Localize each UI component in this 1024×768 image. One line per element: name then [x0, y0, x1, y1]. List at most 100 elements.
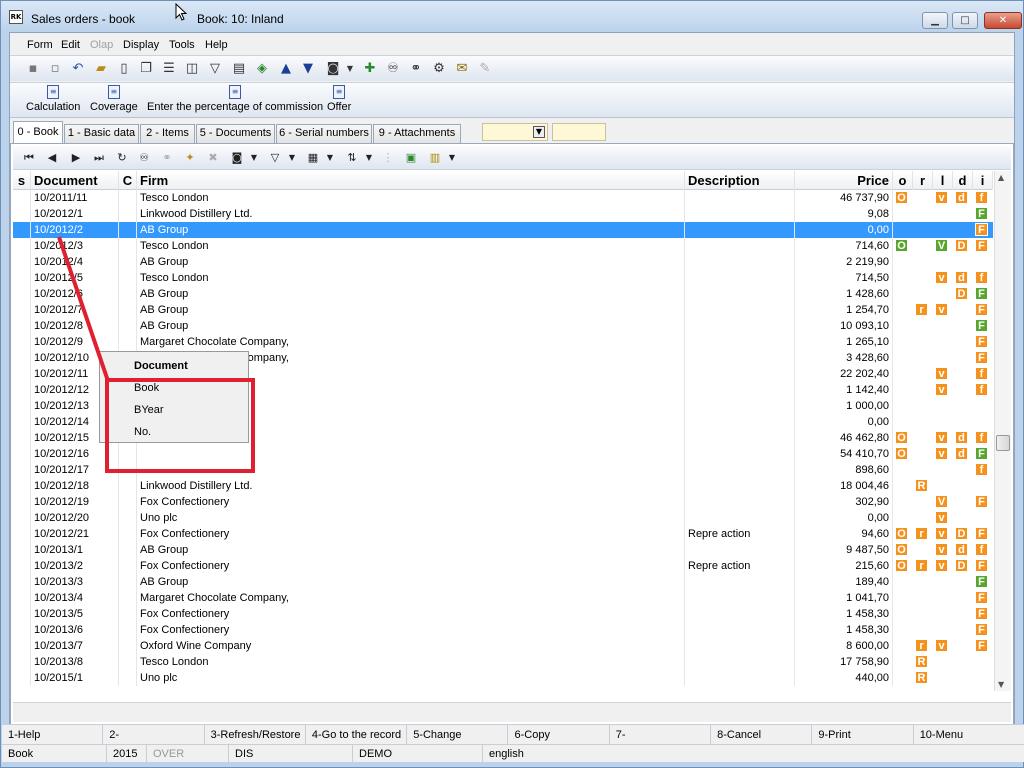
table-row[interactable]: 10/2012/7 AB Group 1 254,70 r v F — [13, 302, 993, 318]
filter-field[interactable] — [552, 123, 606, 141]
previous-record-icon[interactable]: ◀ — [44, 150, 60, 166]
column-header-c[interactable]: C — [119, 171, 137, 190]
column-header-firm[interactable]: Firm — [137, 171, 685, 190]
camera-dropdown-icon[interactable]: ▼ — [246, 150, 262, 166]
column-header-document[interactable]: Document — [31, 171, 119, 190]
filter-document-icon[interactable]: ▤ — [231, 61, 247, 77]
scroll-down-icon[interactable]: ▼ — [998, 680, 1004, 689]
table-row[interactable]: 10/2011/11 Tesco London 46 737,90 Ov d f — [13, 190, 993, 206]
stack-icon[interactable]: ◈ — [254, 61, 270, 77]
menu-olap[interactable]: Olap — [90, 39, 113, 51]
copy-document-icon[interactable]: ❐ — [138, 61, 154, 77]
column-header-l[interactable]: l — [933, 171, 953, 190]
document-list-icon[interactable]: ☰ — [161, 61, 177, 77]
table-row[interactable]: 10/2013/6 Fox Confectionery 1 458,30 F — [13, 622, 993, 638]
chevron-down-icon[interactable]: ▼ — [533, 126, 545, 138]
table-row[interactable]: 10/2012/6 AB Group 1 428,60 D F — [13, 286, 993, 302]
table-row[interactable]: 10/2012/8 AB Group 10 093,10 F — [13, 318, 993, 334]
import-icon[interactable]: ✚ — [362, 61, 378, 77]
calculation-button[interactable]: ≡ Calculation — [26, 85, 80, 113]
table-row[interactable]: 10/2013/7 Oxford Wine Company 8 600,00 r v F — [13, 638, 993, 654]
calculator-icon[interactable]: ▥ — [427, 150, 443, 166]
arrow-down-icon[interactable]: ▼ — [300, 61, 316, 77]
sort-dropdown-icon[interactable]: ▼ — [361, 150, 377, 166]
table-row[interactable]: 10/2012/18 Linkwood Distillery Ltd. 18 004… — [13, 478, 993, 494]
fkey-2-button[interactable]: 2- — [103, 725, 205, 745]
undo-icon[interactable]: ↶ — [70, 61, 86, 77]
fkey-4-button[interactable]: 4-Go to the record — [306, 725, 408, 745]
menu-help[interactable]: Help — [205, 39, 228, 51]
fkey-9-button[interactable]: 9-Print — [812, 725, 914, 745]
tab-attachments[interactable]: 9 - Attachments — [373, 124, 461, 143]
scroll-up-icon[interactable]: ▲ — [998, 173, 1004, 182]
table-row[interactable]: 10/2013/4 Margaret Chocolate Company, 1 04… — [13, 590, 993, 606]
sign-icon[interactable]: ✎ — [477, 61, 493, 77]
title-bar[interactable]: RK Sales orders - book Book: 10: Inland … — [1, 1, 1023, 31]
table-row[interactable]: 10/2013/1 AB Group 9 487,50 Ov d f — [13, 542, 993, 558]
columns-icon[interactable]: ▦ — [305, 150, 321, 166]
new-document-icon[interactable]: ▯ — [116, 61, 132, 77]
menu-edit[interactable]: Edit — [61, 39, 80, 51]
scrollbar-thumb[interactable] — [996, 435, 1010, 451]
last-record-icon[interactable]: ⏭ — [91, 150, 107, 166]
fkey-10-button[interactable]: 10-Menu — [914, 725, 1015, 745]
offer-button[interactable]: ≡ Offer — [327, 85, 351, 113]
tab-serial-numbers[interactable]: 6 - Serial numbers — [276, 124, 372, 143]
columns-dropdown-icon[interactable]: ▼ — [322, 150, 338, 166]
column-header-description[interactable]: Description — [685, 171, 795, 190]
arrow-up-icon[interactable]: ▲ — [278, 61, 294, 77]
search-tool-icon[interactable]: ⚙ — [431, 61, 447, 77]
fkey-5-button[interactable]: 5-Change — [407, 725, 509, 745]
tab-items[interactable]: 2 - Items — [140, 124, 195, 143]
camera-icon[interactable]: ◙ — [325, 61, 341, 77]
maximize-button[interactable]: □ — [952, 12, 978, 29]
find-next-icon[interactable]: ⚭ — [159, 150, 175, 166]
column-header-d[interactable]: d — [953, 171, 973, 190]
mail-icon[interactable]: ✉ — [454, 61, 470, 77]
minimize-button[interactable]: ▁ — [922, 12, 948, 29]
tree-icon[interactable]: ⋮ — [380, 150, 396, 166]
column-header-o[interactable]: o — [893, 171, 913, 190]
table-row[interactable]: 10/2012/4 AB Group 2 219,90 — [13, 254, 993, 270]
commission-button[interactable]: ≡ Enter the percentage of commission — [147, 85, 323, 113]
open-folder-icon[interactable]: ▰ — [93, 61, 109, 77]
fkey-7-button[interactable]: 7- — [610, 725, 712, 745]
table-row[interactable]: 10/2012/5 Tesco London 714,50 v d f — [13, 270, 993, 286]
table-row[interactable]: 10/2012/9 Margaret Chocolate Company, 1 26… — [13, 334, 993, 350]
table-row[interactable]: 10/2012/17 898,60 f — [13, 462, 993, 478]
filter-icon[interactable]: ▽ — [207, 61, 223, 77]
tab-documents[interactable]: 5 - Documents — [196, 124, 275, 143]
table-row[interactable]: 10/2012/1 Linkwood Distillery Ltd. 9,08 F — [13, 206, 993, 222]
table-row[interactable]: 10/2015/1 Uno plc 440,00 R — [13, 670, 993, 686]
menu-display[interactable]: Display — [123, 39, 159, 51]
table-row[interactable]: 10/2013/3 AB Group 189,40 F — [13, 574, 993, 590]
fkey-6-button[interactable]: 6-Copy — [509, 725, 610, 745]
table-row[interactable]: 10/2013/8 Tesco London 17 758,90 R — [13, 654, 993, 670]
camera-dropdown-icon[interactable]: ▼ — [342, 61, 358, 77]
first-record-icon[interactable]: ⏮ — [21, 150, 37, 166]
table-row[interactable]: 10/2012/3 Tesco London 714,60 O V D F — [13, 238, 993, 254]
filter-combo[interactable]: ▼ — [482, 123, 548, 141]
menu-form[interactable]: Form — [27, 39, 53, 51]
tab-basic-data[interactable]: 1 - Basic data — [64, 124, 139, 143]
save-as-icon[interactable]: ▫ — [47, 61, 63, 77]
table-row[interactable]: 10/2013/2 Fox Confectionery Repre action 21… — [13, 558, 993, 574]
binoculars-icon[interactable]: ♾ — [385, 61, 401, 77]
coverage-button[interactable]: ≡ Coverage — [90, 85, 138, 113]
refresh-document-icon[interactable]: ↻ — [114, 150, 130, 166]
table-row[interactable]: 10/2012/2 AB Group 0,00 F — [13, 222, 993, 238]
add-star-icon[interactable]: ✦ — [182, 150, 198, 166]
column-header-i[interactable]: i — [973, 171, 993, 190]
book-icon[interactable]: ◫ — [184, 61, 200, 77]
binoculars-next-icon[interactable]: ⚭ — [408, 61, 424, 77]
sort-icon[interactable]: ⇅ — [344, 150, 360, 166]
table-row[interactable]: 10/2012/16 54 410,70 Ov d F — [13, 446, 993, 462]
table-row[interactable]: 10/2012/19 Fox Confectionery 302,90 V F — [13, 494, 993, 510]
column-header-price[interactable]: Price — [795, 171, 893, 190]
vertical-scrollbar[interactable]: ▲ ▼ — [994, 171, 1011, 691]
table-row[interactable]: 10/2012/21 Fox Confectionery Repre action 9… — [13, 526, 993, 542]
filter-icon[interactable]: ▽ — [267, 150, 283, 166]
table-row[interactable]: 10/2012/20 Uno plc 0,00 v — [13, 510, 993, 526]
calculator-dropdown-icon[interactable]: ▼ — [444, 150, 460, 166]
save-icon[interactable]: ▪ — [25, 61, 41, 77]
